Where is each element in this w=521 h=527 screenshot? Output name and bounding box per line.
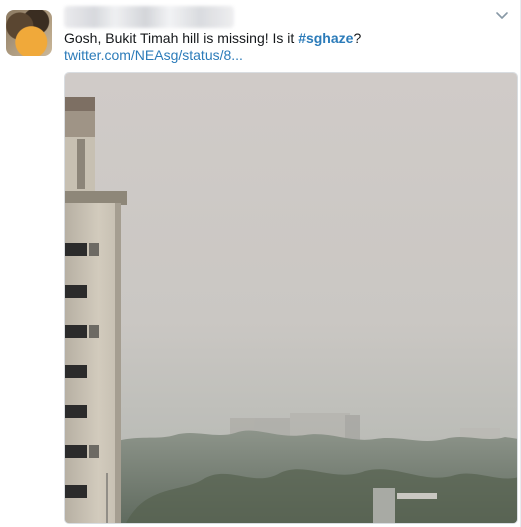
avatar[interactable] xyxy=(6,10,52,56)
status-link[interactable]: twitter.com/NEAsg/status/8... xyxy=(64,46,243,64)
tweet-text: Gosh, Bukit Timah hill is missing! Is it… xyxy=(64,29,361,47)
tweet-text-suffix: ? xyxy=(353,30,362,46)
chevron-down-icon[interactable] xyxy=(494,8,510,24)
hashtag-link[interactable]: #sghaze xyxy=(298,30,353,46)
tweet-text-prefix: Gosh, Bukit Timah hill is missing! Is it xyxy=(64,30,299,46)
tweet-media-photo[interactable] xyxy=(64,72,518,524)
haze-photo xyxy=(65,73,517,523)
roof-strip xyxy=(397,493,437,499)
small-structure xyxy=(373,488,395,523)
author-name-blurred[interactable] xyxy=(64,6,234,28)
tweet-card[interactable]: Gosh, Bukit Timah hill is missing! Is it… xyxy=(0,0,521,527)
